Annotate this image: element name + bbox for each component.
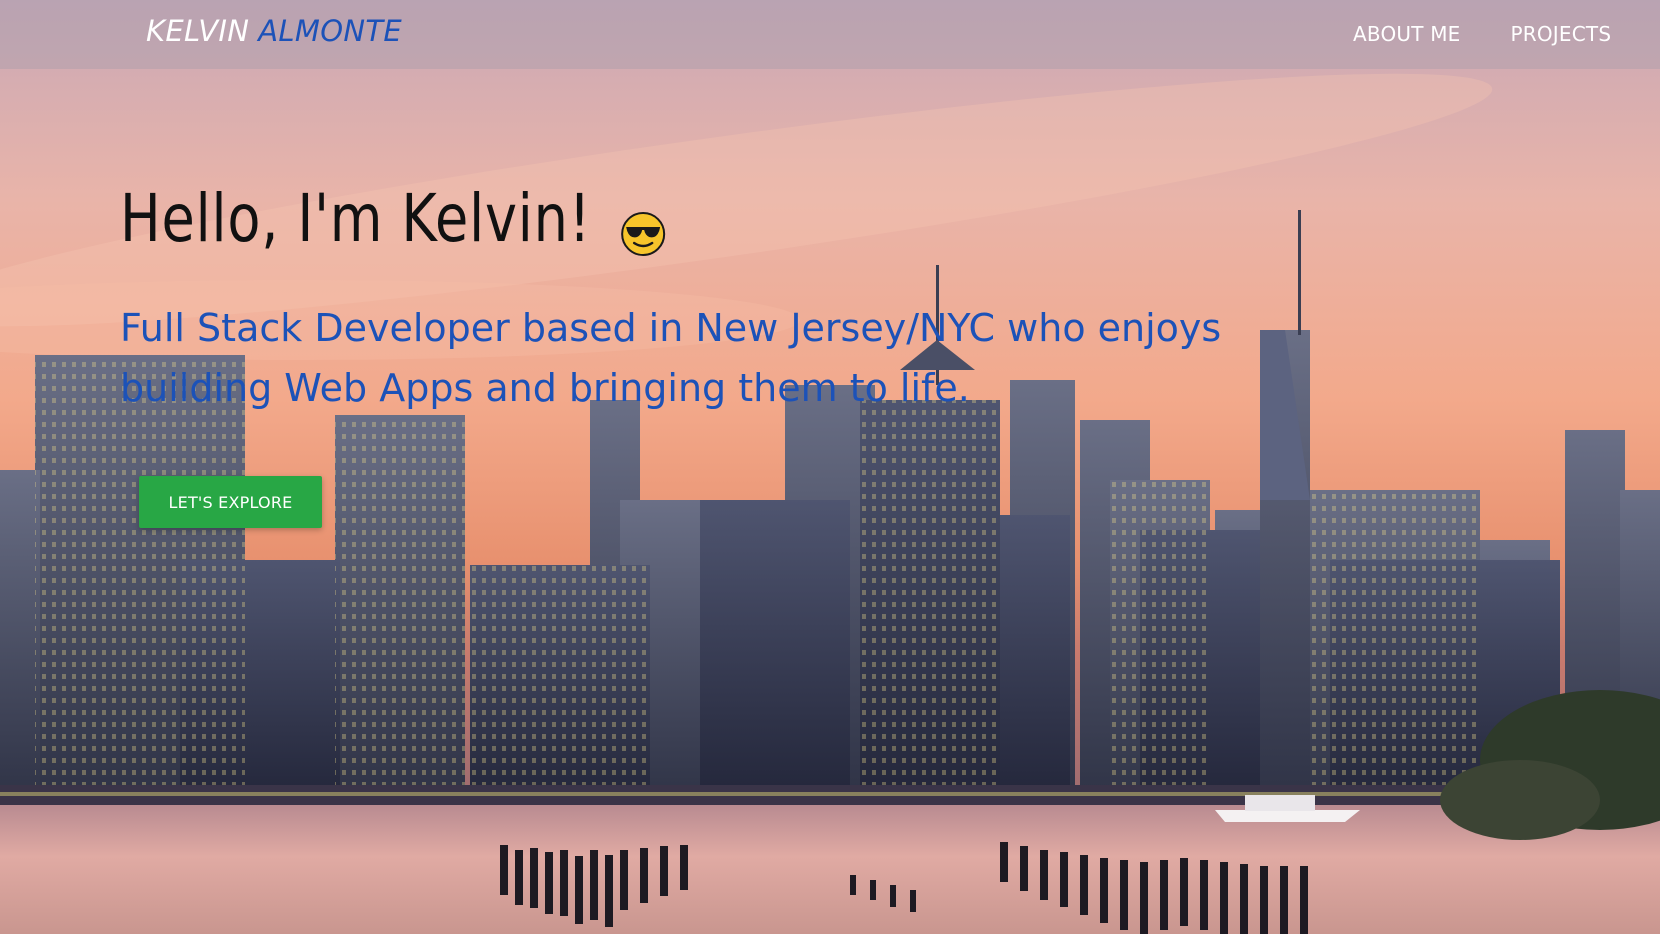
nav-menu: ABOUT ME PROJECTS C	[1353, 22, 1660, 46]
sunglasses-face-icon	[620, 196, 666, 256]
hero-greeting-text: Hello, I'm Kelvin!	[120, 180, 592, 257]
lets-explore-button[interactable]: LET'S EXPLORE	[139, 476, 322, 528]
hero-background-image	[0, 0, 1660, 934]
nav-item-projects[interactable]: PROJECTS	[1511, 22, 1612, 46]
skyline-illustration	[0, 0, 1660, 934]
hero-tagline: Full Stack Developer based in New Jersey…	[120, 306, 1222, 410]
top-navbar: KELVINALMONTE ABOUT ME PROJECTS C	[0, 0, 1660, 69]
hero-section: Hello, I'm Kelvin! Full Stack Developer …	[120, 180, 1221, 528]
brand-logo[interactable]: KELVIN ALMONTE	[146, 14, 402, 48]
nav-item-about-me[interactable]: ABOUT ME	[1353, 22, 1461, 46]
hero-greeting: Hello, I'm Kelvin!	[120, 180, 665, 257]
landing-page: KELVINALMONTE ABOUT ME PROJECTS C Hello,…	[0, 0, 1660, 934]
brand-first-name: KELVIN	[146, 14, 250, 48]
brand-last-name: ALMONTE	[258, 14, 402, 48]
